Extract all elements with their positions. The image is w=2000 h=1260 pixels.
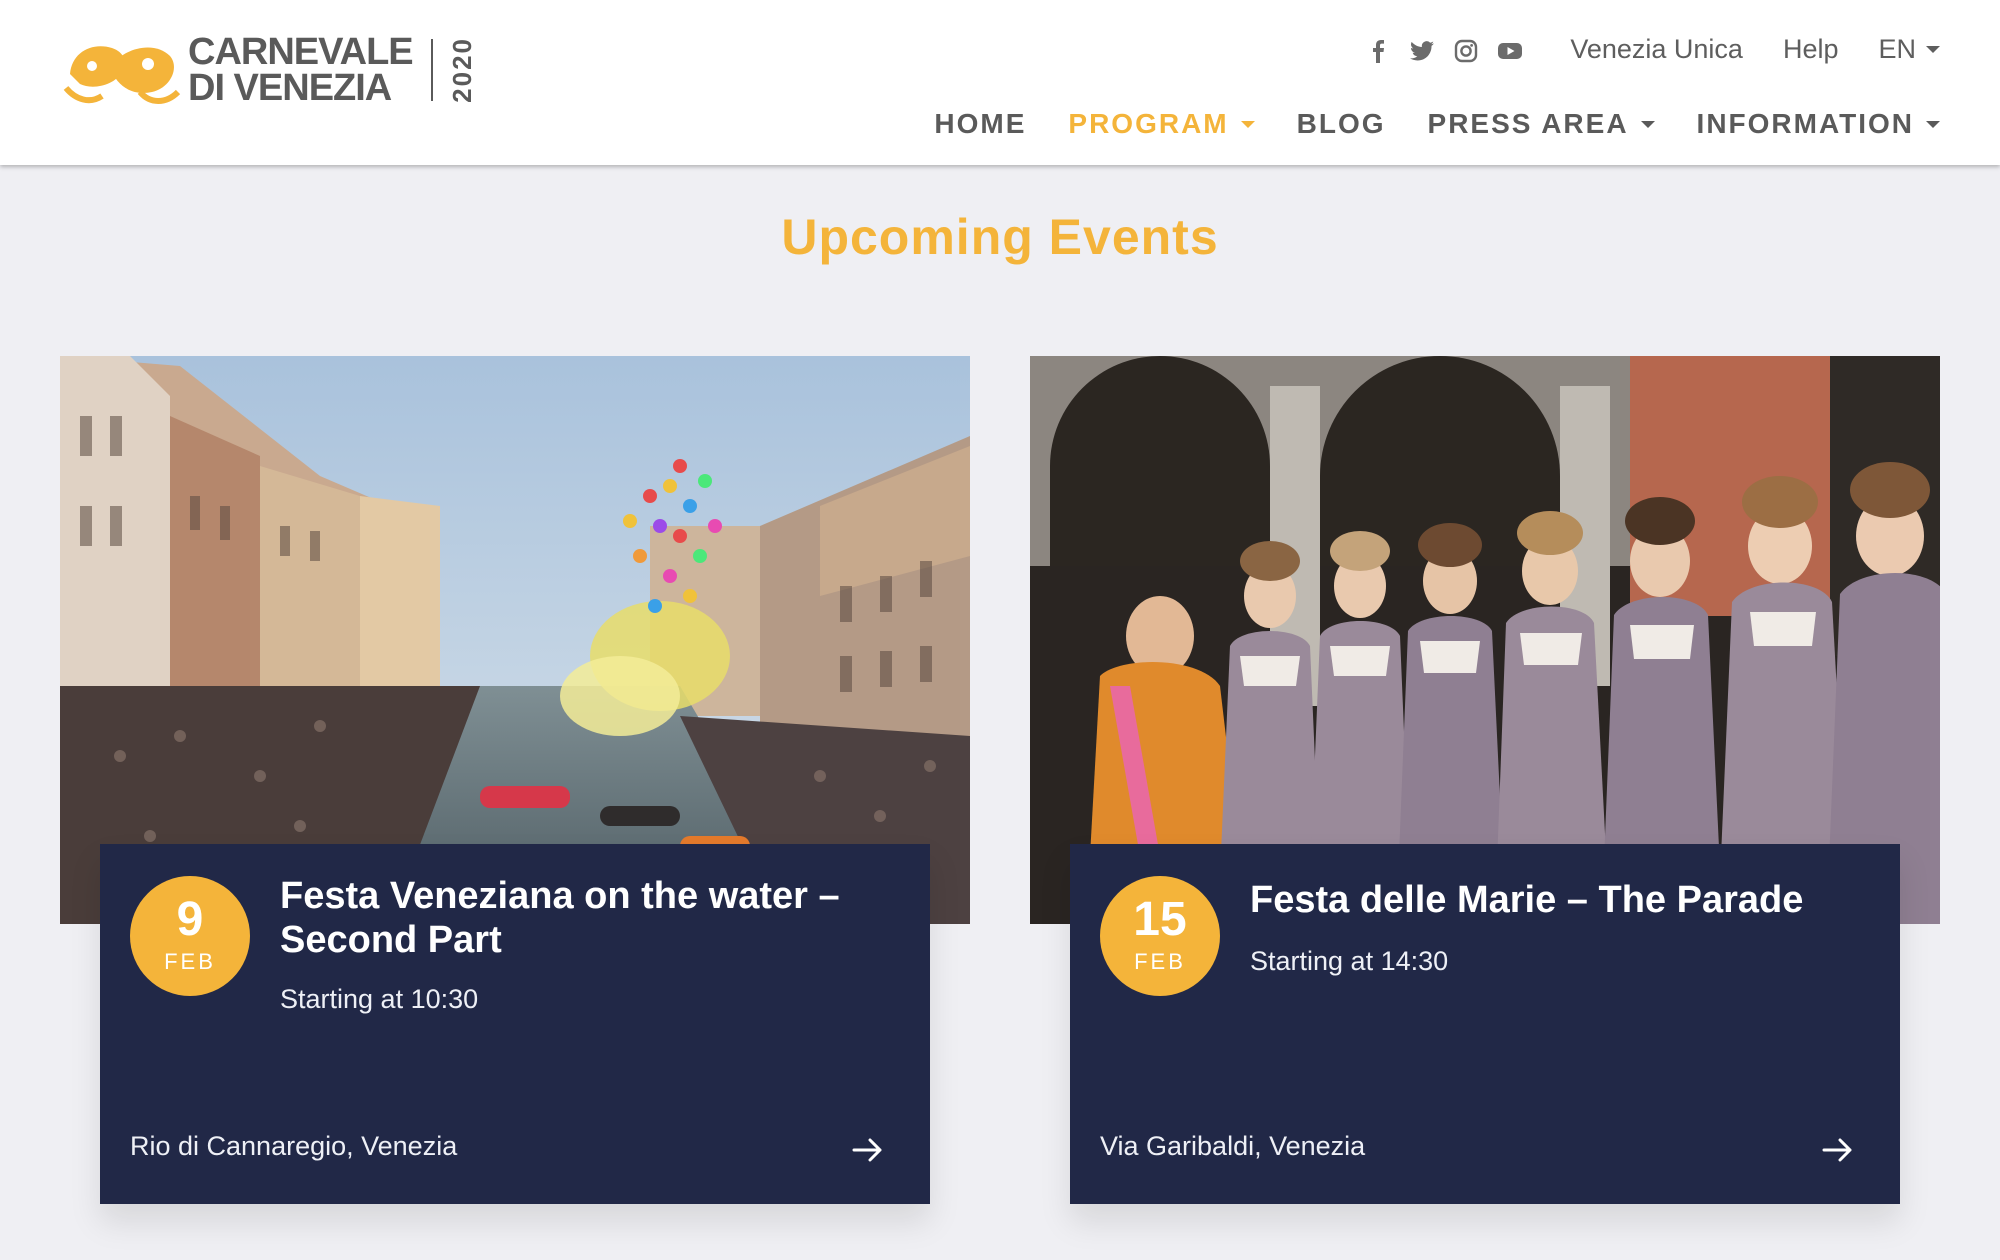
section-title: Upcoming Events — [781, 209, 1219, 265]
nav-label: HOME — [934, 108, 1027, 139]
nav-label: INFORMATION — [1696, 108, 1914, 139]
event-time: Starting at 10:30 — [280, 984, 479, 1014]
date-badge: 9 FEB — [130, 876, 250, 996]
event-time: Starting at 14:30 — [1250, 946, 1449, 976]
chevron-down-icon — [1240, 120, 1255, 128]
nav-press-area[interactable]: PRESS AREA — [1428, 108, 1655, 140]
chevron-down-icon — [1926, 120, 1940, 128]
event-title[interactable]: Festa delle Marie – The Parade — [1250, 878, 1860, 922]
utility-links: Venezia Unica Help EN — [1570, 34, 1940, 65]
nav-label: BLOG — [1296, 108, 1386, 139]
event-card[interactable]: 9 FEB Festa Veneziana on the water – Sec… — [100, 844, 930, 1204]
venezia-unica-link[interactable]: Venezia Unica — [1570, 34, 1743, 65]
logo-wordmark: CARNEVALE DI VENEZIA — [188, 31, 414, 109]
twitter-icon[interactable] — [1409, 38, 1435, 64]
site-header: CARNEVALE DI VENEZIA 2020 Venezia Unica … — [0, 0, 2000, 165]
chevron-down-icon — [1926, 46, 1940, 53]
date-badge: 15 FEB — [1100, 876, 1220, 996]
event-card[interactable]: 15 FEB Festa delle Marie – The Parade St… — [1070, 844, 1900, 1204]
nav-information[interactable]: INFORMATION — [1697, 108, 1940, 140]
arrow-right-icon[interactable] — [1820, 1132, 1856, 1168]
main-nav: HOME PROGRAM BLOG PRESS AREA INFORMATION — [934, 108, 1940, 140]
date-day: 9 — [176, 893, 204, 946]
social-links — [1365, 38, 1523, 64]
date-day: 15 — [1133, 893, 1187, 946]
nav-program[interactable]: PROGRAM — [1068, 108, 1255, 140]
nav-blog[interactable]: BLOG — [1297, 108, 1386, 140]
arrow-right-icon[interactable] — [850, 1132, 886, 1168]
site-logo[interactable]: CARNEVALE DI VENEZIA 2020 — [62, 30, 478, 110]
logo-year: 2020 — [446, 37, 477, 103]
event-photo-canal-festival[interactable] — [60, 356, 970, 924]
nav-home[interactable]: HOME — [934, 108, 1026, 140]
date-month: FEB — [164, 949, 216, 974]
nav-label: PRESS AREA — [1427, 108, 1629, 139]
language-selector[interactable]: EN — [1878, 34, 1940, 65]
logo-line-1: CARNEVALE — [188, 31, 414, 73]
event-location: Rio di Cannaregio, Venezia — [130, 1131, 458, 1161]
event-photo-marie-parade[interactable] — [1030, 356, 1940, 924]
event-location: Via Garibaldi, Venezia — [1100, 1131, 1366, 1161]
date-month: FEB — [1134, 949, 1186, 974]
facebook-icon[interactable] — [1365, 38, 1391, 64]
chevron-down-icon — [1640, 120, 1655, 128]
event-title[interactable]: Festa Veneziana on the water – Second Pa… — [280, 874, 890, 962]
help-link[interactable]: Help — [1783, 34, 1839, 65]
instagram-icon[interactable] — [1453, 38, 1479, 64]
language-label: EN — [1878, 34, 1916, 64]
logo-divider — [430, 39, 433, 101]
carnival-mask-icon — [63, 46, 181, 104]
logo-line-2: DI VENEZIA — [188, 67, 392, 109]
youtube-icon[interactable] — [1497, 38, 1523, 64]
nav-label: PROGRAM — [1068, 108, 1229, 139]
